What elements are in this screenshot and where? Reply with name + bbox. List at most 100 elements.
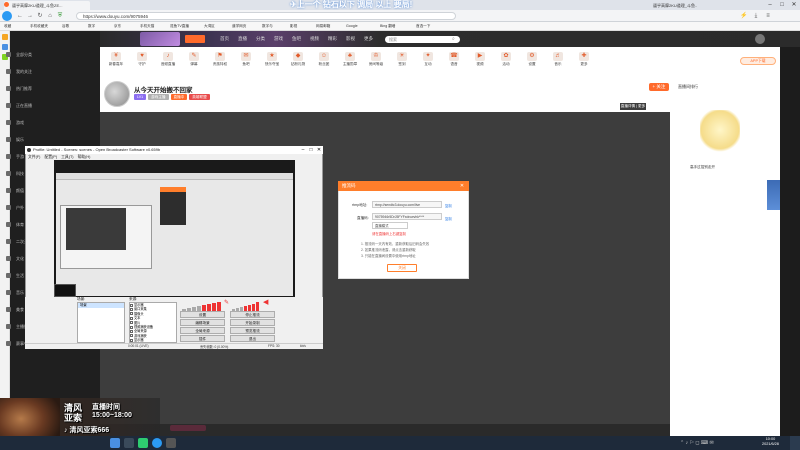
source-checkbox[interactable] bbox=[130, 303, 133, 307]
browser-tab-active[interactable]: 逼乎高摩2KU道理_斗鱼ZE... bbox=[4, 1, 90, 10]
stream-key-copy-link[interactable]: 复制 bbox=[445, 216, 452, 221]
feature-item[interactable]: ♥ 守护 bbox=[130, 52, 154, 67]
close-icon[interactable]: ✕ bbox=[789, 1, 799, 9]
home-icon[interactable]: ⌂ bbox=[46, 12, 54, 20]
feature-item[interactable]: ☎ 语音 bbox=[442, 52, 466, 67]
speaker-icon[interactable]: ◀ bbox=[263, 298, 271, 308]
download-icon[interactable]: ⤓ bbox=[752, 12, 760, 20]
refresh-icon[interactable]: ↻ bbox=[36, 12, 44, 20]
source-checkbox[interactable] bbox=[130, 316, 133, 320]
feature-item[interactable]: ⚙ 设置 bbox=[520, 52, 544, 67]
search-input[interactable]: 搜索 bbox=[385, 36, 460, 43]
wechat-icon[interactable] bbox=[138, 438, 148, 448]
scenes-list[interactable] bbox=[77, 302, 125, 343]
obs-button[interactable]: 退出 bbox=[230, 335, 275, 342]
maximize-icon[interactable]: □ bbox=[777, 1, 787, 9]
feature-item[interactable]: ✎ 弹幕 bbox=[182, 52, 206, 67]
feature-item[interactable]: ⚑ 贵族特权 bbox=[208, 52, 232, 67]
feature-item[interactable]: ☺ 粉丝团 bbox=[312, 52, 336, 67]
bookmark-item[interactable]: Google bbox=[346, 23, 358, 30]
bookmark-item[interactable]: Bing 翻墙 bbox=[380, 23, 395, 30]
sidebar-item[interactable]: 颜值 bbox=[16, 188, 24, 194]
feature-item[interactable]: ♬ 音乐 bbox=[546, 52, 570, 67]
sidebar-item[interactable]: 我的关注 bbox=[16, 69, 32, 75]
stream-key-input[interactable]: 9075946r5DrJ5FYFxdrcwvhk**** bbox=[372, 213, 442, 220]
nav-link[interactable]: 精彩 bbox=[328, 36, 337, 42]
bookmark-item[interactable]: 手机收藏夹 bbox=[30, 23, 48, 30]
sidebar-item[interactable]: 体育 bbox=[16, 222, 24, 228]
nav-link[interactable]: 直播 bbox=[238, 36, 247, 42]
obs-button[interactable]: 插件 bbox=[180, 335, 225, 342]
bookmark-item[interactable]: 逗鱼TV直播 bbox=[170, 23, 189, 30]
bookmark-item[interactable]: 京东 bbox=[114, 23, 121, 30]
nav-link[interactable]: 影视 bbox=[346, 36, 355, 42]
source-checkbox[interactable] bbox=[130, 325, 133, 329]
url-bar[interactable]: https://www.douyu.com/9075946 bbox=[76, 12, 456, 20]
source-checkbox[interactable] bbox=[130, 308, 133, 312]
rtmp-input[interactable]: rtmp://sendtc3.douyu.com/live bbox=[372, 201, 442, 208]
bookmark-item[interactable]: 谷歌 bbox=[62, 23, 69, 30]
sidebar-item[interactable]: 游戏 bbox=[16, 120, 24, 126]
room-detail-tab[interactable]: 直播详情 | 更多 bbox=[620, 103, 646, 110]
app-download-button[interactable]: APP下载 bbox=[740, 57, 776, 65]
system-tray[interactable]: ⌃ ♪ ⚐ ◻ ⌨ ✉ bbox=[680, 439, 750, 447]
bookmark-item[interactable]: 道学网页 bbox=[232, 23, 246, 30]
side-ad-image[interactable] bbox=[767, 180, 780, 210]
obs-button[interactable]: 编辑场景 bbox=[180, 319, 225, 326]
scene-item[interactable]: 场景 bbox=[78, 303, 124, 308]
feature-item[interactable]: ✉ 鱼吧 bbox=[234, 52, 258, 67]
task-view-icon[interactable] bbox=[124, 438, 134, 448]
source-checkbox[interactable] bbox=[130, 330, 133, 334]
search-icon[interactable]: ⌕ bbox=[452, 37, 458, 42]
nav-link[interactable]: 游戏 bbox=[274, 36, 283, 42]
sidebar-item[interactable]: 娱乐 bbox=[16, 137, 24, 143]
mic-icon[interactable]: ✎ bbox=[224, 298, 230, 308]
browser-logo-icon[interactable] bbox=[2, 11, 12, 21]
source-item[interactable]: 显示器 bbox=[130, 338, 176, 342]
feature-item[interactable]: ▶ 视频 bbox=[468, 52, 492, 67]
dialog-close-icon[interactable]: ✕ bbox=[458, 182, 466, 190]
obs-menu-item[interactable]: 工具(T) bbox=[61, 155, 73, 159]
minimize-icon[interactable]: – bbox=[765, 1, 775, 9]
obs-menu-item[interactable]: 配置(P) bbox=[44, 155, 57, 159]
dialog-close-button[interactable]: 关闭 bbox=[387, 264, 417, 272]
sidebar-item[interactable]: 全部分类 bbox=[16, 52, 32, 58]
bookmark-item[interactable]: 收藏 bbox=[4, 23, 11, 30]
nav-link[interactable]: 分类 bbox=[256, 36, 265, 42]
history-icon[interactable] bbox=[2, 44, 8, 50]
feature-item[interactable]: ¥ 新春嘉年 bbox=[104, 52, 128, 67]
nav-link[interactable]: 鱼吧 bbox=[292, 36, 301, 42]
bookmark-item[interactable]: 首选一下 bbox=[416, 23, 430, 30]
obs-taskbar-icon[interactable] bbox=[166, 438, 176, 448]
feature-item[interactable]: ☀ 签到 bbox=[390, 52, 414, 67]
nav-link[interactable]: 首页 bbox=[220, 36, 229, 42]
event-banner-image[interactable] bbox=[140, 32, 180, 46]
douyu-logo[interactable] bbox=[185, 35, 205, 43]
follow-button[interactable]: + 关注 bbox=[649, 83, 669, 91]
obs-button[interactable]: 停止推流 bbox=[230, 311, 275, 318]
bookmark-item[interactable]: 网易邮箱 bbox=[316, 23, 330, 30]
nav-link[interactable]: 更多 bbox=[364, 36, 373, 42]
feature-item[interactable]: ✿ 活动 bbox=[494, 52, 518, 67]
bookmark-item[interactable]: 手机天猫 bbox=[140, 23, 154, 30]
feature-item[interactable]: ✚ 更多 bbox=[572, 52, 596, 67]
gift-button[interactable] bbox=[170, 425, 206, 431]
obs-close-icon[interactable]: ✕ bbox=[315, 146, 323, 154]
start-icon[interactable] bbox=[110, 438, 120, 448]
favorites-icon[interactable] bbox=[2, 34, 8, 40]
obs-maximize-icon[interactable]: □ bbox=[307, 146, 315, 154]
obs-menu-item[interactable]: 文件(F) bbox=[28, 155, 40, 159]
feature-item[interactable]: ♣ 主播勋章 bbox=[338, 52, 362, 67]
nav-link[interactable]: 视频 bbox=[310, 36, 319, 42]
extension-icon[interactable]: ⚡ bbox=[740, 12, 748, 20]
sidebar-item[interactable]: 生活 bbox=[16, 273, 24, 279]
forward-icon[interactable]: → bbox=[26, 12, 34, 20]
bookmark-item[interactable]: 大湾区 bbox=[204, 23, 215, 30]
sidebar-item[interactable]: 音乐 bbox=[16, 290, 24, 296]
streamer-avatar[interactable] bbox=[104, 81, 130, 107]
live-mode-select[interactable]: 直播模式 bbox=[372, 222, 408, 229]
sidebar-item[interactable]: 正在直播 bbox=[16, 103, 32, 109]
feature-item[interactable]: ♔ 房间等级 bbox=[364, 52, 388, 67]
source-checkbox[interactable] bbox=[130, 334, 133, 338]
obs-button[interactable]: 设置 bbox=[180, 311, 225, 318]
